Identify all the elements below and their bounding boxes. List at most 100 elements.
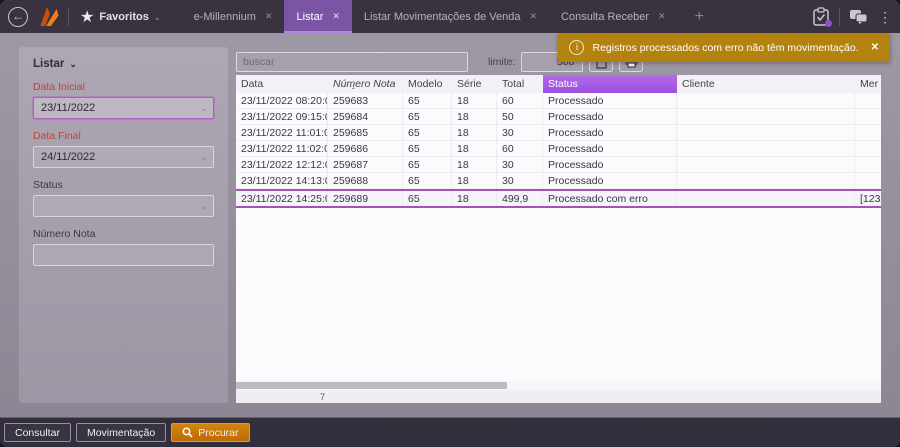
movimentacao-label: Movimentação [87,427,155,439]
consultar-label: Consultar [15,427,60,439]
tab-close-icon[interactable]: ✕ [658,11,666,22]
column-header-total[interactable]: Total [497,75,543,93]
cell-cliente [677,109,855,124]
table-row[interactable]: 23/11/2022 09:15:00259684651850Processad… [236,109,881,125]
divider [839,8,840,26]
tab-listar[interactable]: Listar✕ [284,0,351,33]
cell-serie: 18 [452,191,497,206]
cell-modelo: 65 [403,191,452,206]
data-final-label: Data Final [33,130,214,142]
numero-nota-field[interactable] [33,244,214,266]
consultar-button[interactable]: Consultar [4,423,71,442]
tab-consulta-receber[interactable]: Consulta Receber✕ [549,0,678,33]
tab-close-icon[interactable]: ✕ [265,11,273,22]
record-count-bar: 7 [236,390,881,403]
tab-close-icon[interactable]: ✕ [529,11,537,22]
chevron-down-icon: ⌄ [200,104,207,113]
bottom-action-bar: Consultar Movimentação Procurar [0,417,900,447]
table-row[interactable]: 23/11/2022 11:01:00259685651830Processad… [236,125,881,141]
cell-status: Processado [543,93,677,108]
column-header-label: Status [548,78,578,90]
column-header-status[interactable]: Status [543,75,677,93]
table-row[interactable]: 23/11/2022 12:12:00259687651830Processad… [236,157,881,173]
column-header-label: Modelo [408,78,442,90]
column-header-data[interactable]: Data [236,75,328,93]
cell-total: 499,9 [497,191,543,206]
cell-mer: [123 [855,191,881,206]
favorites-menu[interactable]: ★ Favoritos ⌄ [80,7,161,27]
top-bar: ← ★ Favoritos ⌄ e-Millennium✕Listar✕List… [0,0,900,33]
cell-modelo: 65 [403,93,452,108]
status-label: Status [33,179,214,191]
table-row[interactable]: 23/11/2022 08:20:00259683651860Processad… [236,93,881,109]
grid-header-row: Data Número Notaˆ Modelo Série Total Status Cl… [236,75,881,93]
column-header-label: Número Nota [333,78,395,90]
cell-data: 23/11/2022 11:01:00 [236,125,328,140]
cell-cliente [677,173,855,188]
grid-rows: 23/11/2022 08:20:00259683651860Processad… [236,93,881,208]
column-header-numero-nota[interactable]: Número Notaˆ [328,75,403,93]
cell-cliente [677,191,855,206]
cell-total: 60 [497,93,543,108]
grid-empty-space [236,208,881,381]
cell-total: 30 [497,125,543,140]
cell-modelo: 65 [403,157,452,172]
column-header-mer[interactable]: Mer [855,75,881,93]
filter-panel-title[interactable]: Listar ⌄ [33,58,214,70]
chevron-down-icon: ⌄ [200,202,207,211]
scrollbar-thumb[interactable] [236,382,507,389]
cell-mer [855,125,881,140]
cell-serie: 18 [452,109,497,124]
chat-button[interactable] [849,9,869,25]
tasks-clipboard-button[interactable] [812,7,830,26]
table-row[interactable]: 23/11/2022 11:02:00259686651860Processad… [236,141,881,157]
cell-serie: 18 [452,125,497,140]
filter-panel: Listar ⌄ Data Inicial 23/11/2022⌄ Data Fin… [19,47,228,403]
cell-total: 30 [497,173,543,188]
limit-label: limite: [488,56,515,68]
column-header-modelo[interactable]: Modelo [403,75,452,93]
search-input[interactable] [236,52,468,72]
overflow-menu-button[interactable]: ⋮ [878,10,892,24]
tab-strip: e-Millennium✕Listar✕Listar Movimentações… [182,0,678,33]
cell-serie: 18 [452,173,497,188]
cell-mer [855,93,881,108]
cell-modelo: 65 [403,125,452,140]
add-tab-button[interactable]: + [685,8,714,26]
table-row[interactable]: 23/11/2022 14:13:00259688651830Processad… [236,173,881,189]
cell-numero: 259686 [328,141,403,156]
data-inicial-label: Data Inicial [33,81,214,93]
search-icon [182,427,193,438]
cell-serie: 18 [452,93,497,108]
data-inicial-field[interactable]: 23/11/2022⌄ [33,97,214,119]
cell-mer [855,141,881,156]
tab-listar-movimentacoes-de-venda[interactable]: Listar Movimentações de Venda✕ [352,0,549,33]
chevron-down-icon: ⌄ [69,59,77,70]
cell-numero: 259689 [328,191,403,206]
column-header-label: Data [241,78,263,90]
status-field[interactable]: ⌄ [33,195,214,217]
cell-serie: 18 [452,141,497,156]
cell-numero: 259684 [328,109,403,124]
sort-ascending-icon: ˆ [352,87,355,93]
tab-e-millennium[interactable]: e-Millennium✕ [182,0,285,33]
table-row[interactable]: 23/11/2022 14:25:002596896518499,9Proces… [236,189,881,208]
cell-modelo: 65 [403,109,452,124]
cell-mer [855,173,881,188]
cell-data: 23/11/2022 08:20:00 [236,93,328,108]
data-final-value: 24/11/2022 [41,151,95,163]
toast-close-icon[interactable]: ✕ [871,42,879,53]
back-button[interactable]: ← [8,7,28,27]
column-header-label: Total [502,78,524,90]
column-header-serie[interactable]: Série [452,75,497,93]
movimentacao-button[interactable]: Movimentação [76,423,166,442]
horizontal-scrollbar[interactable] [236,381,881,390]
data-final-field[interactable]: 24/11/2022⌄ [33,146,214,168]
tab-close-icon[interactable]: ✕ [332,11,340,22]
chat-bubbles-icon [849,9,869,25]
cell-status: Processado [543,157,677,172]
column-header-cliente[interactable]: Cliente [677,75,855,93]
column-header-label: Mer [860,78,878,90]
procurar-button[interactable]: Procurar [171,423,249,442]
star-icon: ★ [80,7,94,27]
